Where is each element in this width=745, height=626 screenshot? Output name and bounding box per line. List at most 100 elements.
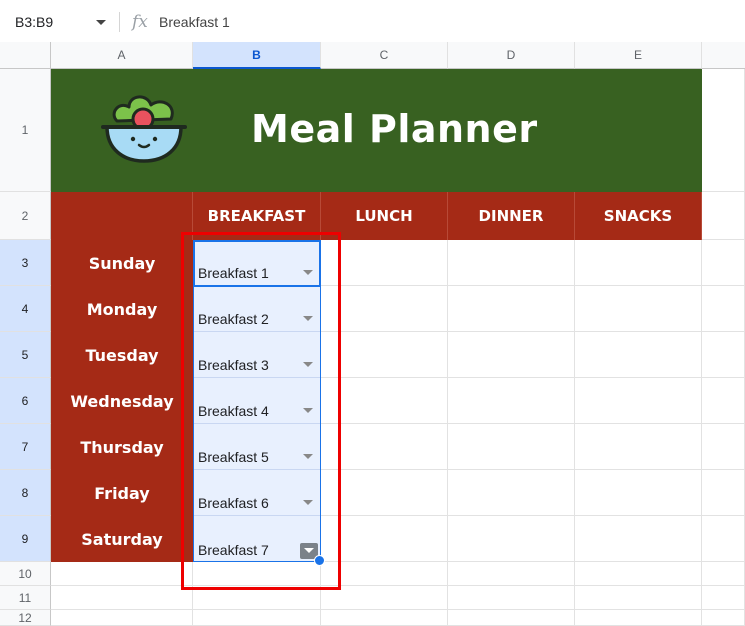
row-header-10[interactable]: 10 <box>0 562 51 586</box>
empty-cell[interactable] <box>575 378 702 424</box>
dropdown-arrow-icon[interactable] <box>303 500 313 505</box>
empty-cell[interactable] <box>702 424 745 470</box>
empty-cell[interactable] <box>51 586 193 610</box>
cell-f2[interactable] <box>702 192 745 240</box>
day-cell[interactable]: Saturday <box>51 516 193 562</box>
row-header-1[interactable]: 1 <box>0 69 51 192</box>
empty-cell[interactable] <box>702 516 745 562</box>
empty-cell[interactable] <box>193 610 321 626</box>
empty-cell[interactable] <box>321 378 448 424</box>
empty-cell[interactable] <box>448 286 575 332</box>
empty-cell[interactable] <box>448 332 575 378</box>
empty-cell[interactable] <box>702 240 745 286</box>
formula-input[interactable]: Breakfast 1 <box>159 14 230 30</box>
empty-cell[interactable] <box>321 562 448 586</box>
breakfast-dropdown-cell[interactable]: Breakfast 4 <box>193 378 321 424</box>
day-cell[interactable]: Monday <box>51 286 193 332</box>
empty-cell[interactable] <box>321 240 448 286</box>
empty-cell[interactable] <box>575 516 702 562</box>
dropdown-arrow-icon[interactable] <box>303 316 313 321</box>
banner[interactable]: Meal Planner <box>51 69 702 192</box>
empty-cell[interactable] <box>702 378 745 424</box>
empty-cell[interactable] <box>575 424 702 470</box>
day-cell[interactable]: Wednesday <box>51 378 193 424</box>
day-cell[interactable]: Thursday <box>51 424 193 470</box>
dropdown-arrow-icon[interactable] <box>303 362 313 367</box>
row-header-7[interactable]: 7 <box>0 424 51 470</box>
header-cell-blank[interactable] <box>51 192 193 240</box>
page-title: Meal Planner <box>251 107 538 151</box>
empty-cell[interactable] <box>575 240 702 286</box>
empty-cell[interactable] <box>702 610 745 626</box>
empty-cell[interactable] <box>575 586 702 610</box>
breakfast-dropdown-cell[interactable]: Breakfast 5 <box>193 424 321 470</box>
day-cell[interactable]: Friday <box>51 470 193 516</box>
empty-cell[interactable] <box>575 470 702 516</box>
breakfast-dropdown-cell[interactable]: Breakfast 6 <box>193 470 321 516</box>
empty-cell[interactable] <box>51 562 193 586</box>
empty-cell[interactable] <box>321 586 448 610</box>
header-dinner[interactable]: DINNER <box>448 192 575 240</box>
row-header-2[interactable]: 2 <box>0 192 51 240</box>
column-header-e[interactable]: E <box>575 42 702 69</box>
empty-cell[interactable] <box>575 562 702 586</box>
cell-f1[interactable] <box>702 69 745 192</box>
column-header-a[interactable]: A <box>51 42 193 69</box>
empty-cell[interactable] <box>321 610 448 626</box>
row-header-9[interactable]: 9 <box>0 516 51 562</box>
header-lunch[interactable]: LUNCH <box>321 192 448 240</box>
row-header-6[interactable]: 6 <box>0 378 51 424</box>
breakfast-dropdown-cell[interactable]: Breakfast 2 <box>193 286 321 332</box>
empty-cell[interactable] <box>702 332 745 378</box>
empty-cell[interactable] <box>702 586 745 610</box>
row-header-11[interactable]: 11 <box>0 586 51 610</box>
empty-cell[interactable] <box>321 516 448 562</box>
name-box-value[interactable]: B3:B9 <box>15 14 53 30</box>
empty-cell[interactable] <box>448 516 575 562</box>
empty-cell[interactable] <box>448 378 575 424</box>
empty-cell[interactable] <box>448 586 575 610</box>
row-header-12[interactable]: 12 <box>0 610 51 626</box>
empty-cell[interactable] <box>321 286 448 332</box>
row-header-8[interactable]: 8 <box>0 470 51 516</box>
empty-cell[interactable] <box>702 286 745 332</box>
empty-cell[interactable] <box>702 470 745 516</box>
day-cell[interactable]: Tuesday <box>51 332 193 378</box>
empty-cell[interactable] <box>575 286 702 332</box>
dropdown-arrow-icon[interactable] <box>303 408 313 413</box>
breakfast-dropdown-cell[interactable]: Breakfast 1 <box>193 240 321 286</box>
empty-cell[interactable] <box>448 424 575 470</box>
empty-cell[interactable] <box>321 470 448 516</box>
select-all-corner[interactable] <box>0 42 51 69</box>
breakfast-dropdown-cell[interactable]: Breakfast 3 <box>193 332 321 378</box>
column-header-d[interactable]: D <box>448 42 575 69</box>
column-header-c[interactable]: C <box>321 42 448 69</box>
dropdown-arrow-icon[interactable] <box>303 270 313 275</box>
row-header-5[interactable]: 5 <box>0 332 51 378</box>
empty-cell[interactable] <box>321 424 448 470</box>
breakfast-dropdown-cell[interactable]: Breakfast 7 <box>193 516 321 562</box>
column-header-f[interactable] <box>702 42 745 69</box>
dropdown-button-icon[interactable] <box>300 543 318 559</box>
row-header-4[interactable]: 4 <box>0 286 51 332</box>
empty-cell[interactable] <box>575 332 702 378</box>
empty-cell[interactable] <box>448 562 575 586</box>
empty-cell[interactable] <box>193 562 321 586</box>
empty-cell[interactable] <box>193 586 321 610</box>
empty-cell[interactable] <box>51 610 193 626</box>
name-box[interactable]: B3:B9 <box>0 0 118 42</box>
empty-cell[interactable] <box>448 610 575 626</box>
day-cell[interactable]: Sunday <box>51 240 193 286</box>
empty-cell[interactable] <box>448 240 575 286</box>
header-snacks[interactable]: SNACKS <box>575 192 702 240</box>
empty-cell[interactable] <box>321 332 448 378</box>
empty-cell[interactable] <box>575 610 702 626</box>
column-header-b[interactable]: B <box>193 42 321 69</box>
row-header-3[interactable]: 3 <box>0 240 51 286</box>
dropdown-value: Breakfast 5 <box>198 449 269 465</box>
chevron-down-icon[interactable] <box>96 20 106 25</box>
empty-cell[interactable] <box>448 470 575 516</box>
dropdown-arrow-icon[interactable] <box>303 454 313 459</box>
empty-cell[interactable] <box>702 562 745 586</box>
header-breakfast[interactable]: BREAKFAST <box>193 192 321 240</box>
